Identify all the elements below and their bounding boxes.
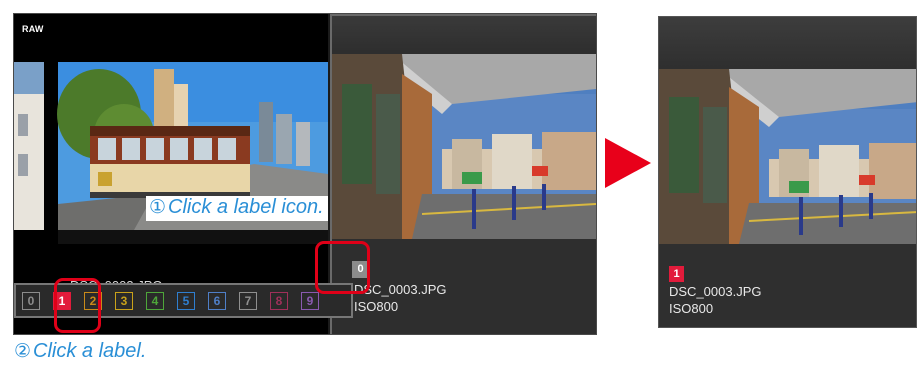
label-button-0[interactable]: 0 [22,291,40,310]
thumbnail-street[interactable]: 0 DSC_0003.JPG ISO800 [330,14,596,334]
result-header [659,17,916,67]
step2-number: ② [14,341,32,362]
step1-text: Click a label icon. [168,196,324,218]
label-button-6[interactable]: 6 [208,291,226,310]
step2-text: Click a label. [33,340,147,362]
label-button-3[interactable]: 3 [115,291,133,310]
step1-number: ① [149,197,167,218]
result-thumbnail: 1 DSC_0003.JPG ISO800 [658,16,917,328]
label-button-4[interactable]: 4 [146,291,164,310]
result-filename: DSC_0003.JPG [669,284,762,299]
thumbnail-header [332,16,596,52]
label-button-9[interactable]: 9 [301,291,319,310]
highlight-label-icon [315,241,370,294]
photo-street [332,54,596,239]
arrow-right-icon [605,138,651,188]
callout-step2: ② Click a label. [14,340,146,363]
instruction-figure: RAW 0 DSC_0003.JPG ISO800 0 1 2 3 4 5 6 … [0,0,917,366]
highlight-label-1 [54,278,101,333]
label-button-8[interactable]: 8 [270,291,288,310]
photo-street-result [659,69,916,244]
label-button-7[interactable]: 7 [239,291,257,310]
callout-step1: ① Click a label icon. [146,196,328,221]
label-badge-red: 1 [669,266,684,282]
label-button-5[interactable]: 5 [177,291,195,310]
thumbnail2-iso: ISO800 [354,299,399,314]
result-iso: ISO800 [669,301,714,316]
